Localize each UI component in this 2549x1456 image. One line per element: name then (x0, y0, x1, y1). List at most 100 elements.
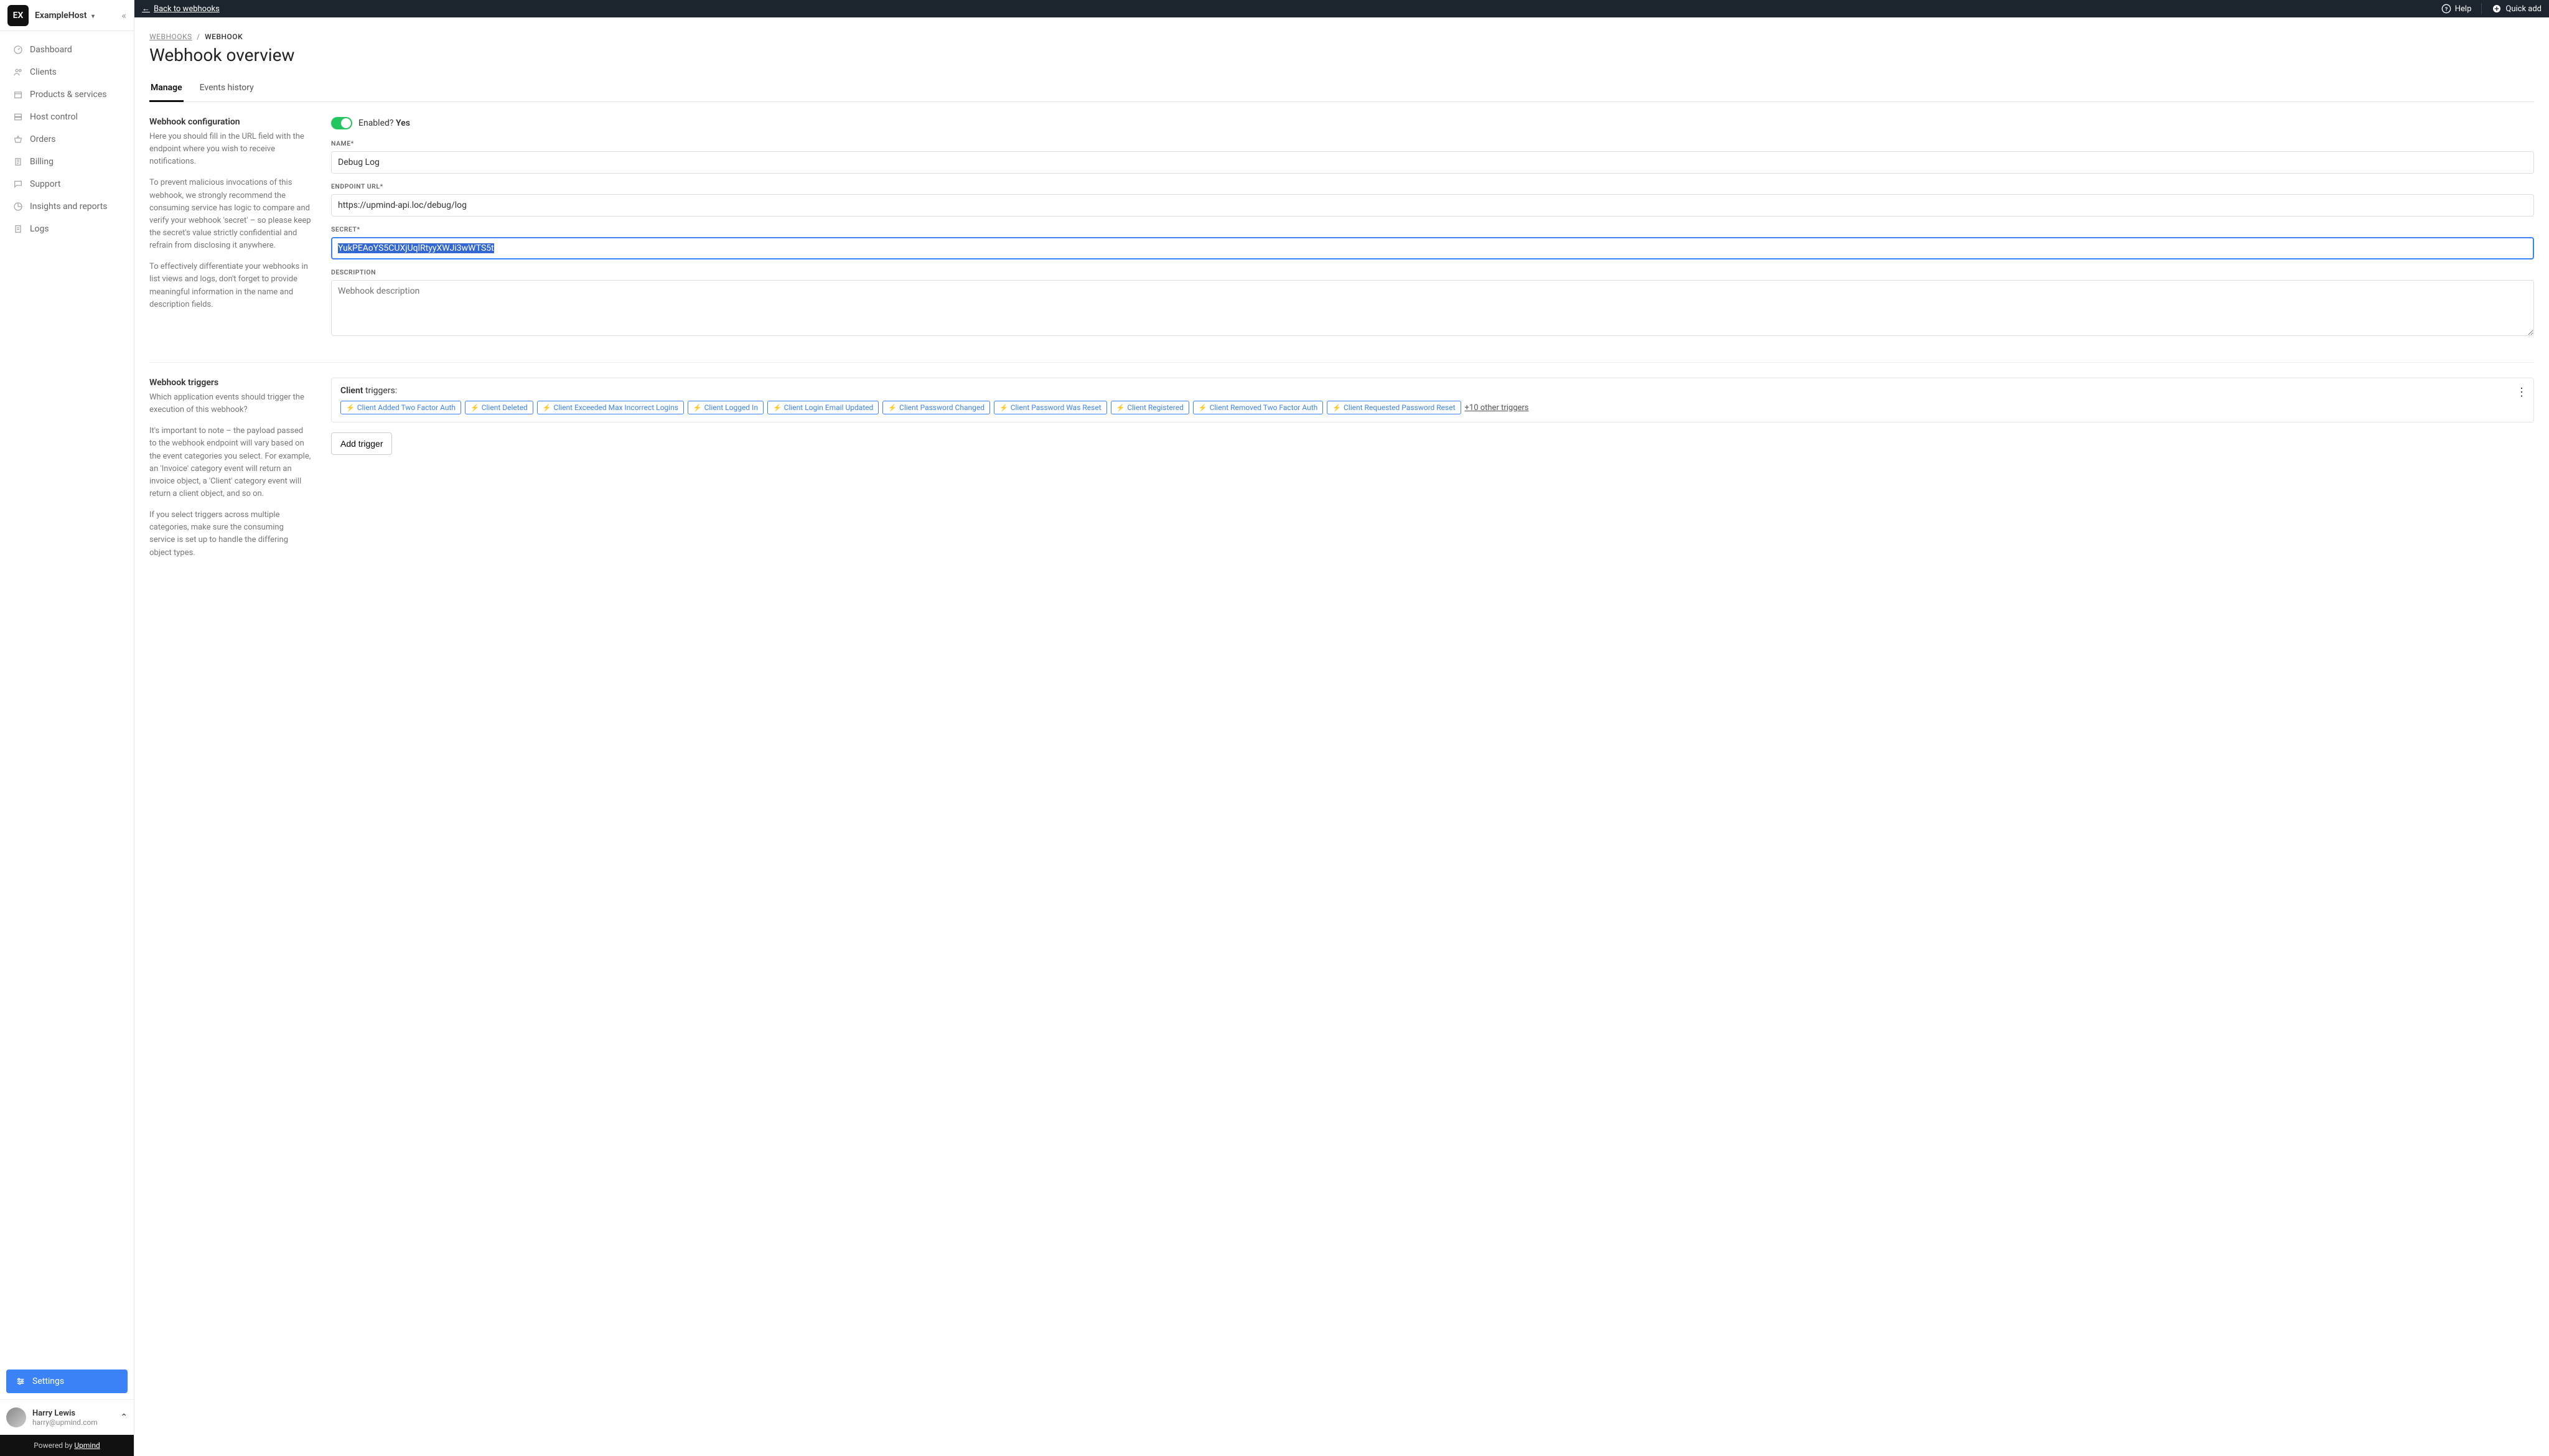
help-button[interactable]: ? Help (2441, 4, 2472, 14)
tabs: Manage Events history (149, 77, 2534, 102)
user-email-label: harry@upmind.com (32, 1418, 98, 1427)
trigger-chip[interactable]: ⚡Client Removed Two Factor Auth (1193, 401, 1323, 414)
sidebar-item-orders[interactable]: Orders (5, 128, 129, 151)
tab-manage[interactable]: Manage (149, 77, 184, 102)
enabled-toggle-row: Enabled? Yes (331, 117, 2534, 129)
triggers-heading: Client triggers: (340, 386, 2525, 396)
name-input[interactable] (331, 151, 2534, 174)
trigger-chip[interactable]: ⚡Client Password Was Reset (994, 401, 1107, 414)
sidebar-item-billing[interactable]: Billing (5, 151, 129, 173)
endpoint-input[interactable] (331, 194, 2534, 217)
triggers-group-suffix: triggers: (363, 386, 397, 396)
trigger-chip[interactable]: ⚡Client Registered (1111, 401, 1189, 414)
section-triggers-desc: Which application events should trigger … (149, 391, 311, 559)
sliders-icon (15, 1376, 26, 1387)
page-title: Webhook overview (149, 45, 2534, 65)
trigger-chip-label: Client Added Two Factor Auth (357, 403, 456, 412)
trigger-chips: ⚡Client Added Two Factor Auth⚡Client Del… (340, 401, 2525, 414)
breadcrumb: WEBHOOKS / WEBHOOK (149, 32, 2534, 41)
sidebar: EX ExampleHost ▾ « Dashboard Clients Pro… (0, 0, 134, 1456)
topbar-right: ? Help Quick add (2441, 3, 2542, 14)
sidebar-item-logs[interactable]: Logs (5, 218, 129, 240)
triggers-desc-p3: If you select triggers across multiple c… (149, 509, 311, 559)
powered-brand-link[interactable]: Upmind (74, 1441, 100, 1450)
settings-button[interactable]: Settings (6, 1370, 128, 1393)
bolt-icon: ⚡ (543, 404, 551, 412)
sidebar-collapse-button[interactable]: « (121, 9, 126, 21)
trigger-chip[interactable]: ⚡Client Deleted (465, 401, 533, 414)
sidebar-item-label: Billing (30, 157, 54, 167)
trigger-chip-label: Client Registered (1127, 403, 1184, 412)
enabled-toggle[interactable] (331, 117, 352, 129)
basket-icon (12, 134, 24, 145)
more-triggers-link[interactable]: +10 other triggers (1465, 403, 1529, 413)
sidebar-bottom: Settings (0, 1363, 134, 1399)
separator (2481, 3, 2482, 14)
description-textarea[interactable] (331, 280, 2534, 336)
trigger-chip-label: Client Removed Two Factor Auth (1210, 403, 1318, 412)
trigger-chip-label: Client Requested Password Reset (1344, 403, 1456, 412)
user-info: Harry Lewis harry@upmind.com (32, 1409, 98, 1427)
config-desc-p1: Here you should fill in the URL field wi… (149, 131, 311, 168)
section-webhook-triggers: Webhook triggers Which application event… (149, 363, 2534, 583)
sidebar-item-clients[interactable]: Clients (5, 61, 129, 83)
sidebar-item-label: Products & services (30, 90, 107, 100)
trigger-chip[interactable]: ⚡Client Added Two Factor Auth (340, 401, 461, 414)
quick-add-button[interactable]: Quick add (2492, 4, 2542, 14)
add-trigger-button[interactable]: Add trigger (331, 432, 392, 455)
sidebar-item-support[interactable]: Support (5, 173, 129, 195)
powered-prefix: Powered by (34, 1441, 74, 1450)
sidebar-item-insights[interactable]: Insights and reports (5, 195, 129, 218)
document-icon (12, 223, 24, 235)
sidebar-item-dashboard[interactable]: Dashboard (5, 39, 129, 61)
sidebar-item-label: Orders (30, 134, 56, 144)
bolt-icon: ⚡ (1332, 404, 1341, 412)
secret-input[interactable] (331, 237, 2534, 259)
field-name-label: Name* (331, 139, 2534, 147)
trigger-chip[interactable]: ⚡Client Logged In (688, 401, 764, 414)
section-config-title: Webhook configuration (149, 117, 311, 127)
trigger-chip-label: Client Password Was Reset (1011, 403, 1101, 412)
pie-chart-icon (12, 201, 24, 212)
user-menu[interactable]: Harry Lewis harry@upmind.com ⌃ (0, 1399, 134, 1435)
field-endpoint: Endpoint URL* (331, 182, 2534, 217)
trigger-chip[interactable]: ⚡Client Requested Password Reset (1327, 401, 1461, 414)
bolt-icon: ⚡ (1199, 404, 1207, 412)
trigger-chip-label: Client Logged In (704, 403, 758, 412)
sidebar-header: EX ExampleHost ▾ « (0, 0, 134, 31)
tab-events-history[interactable]: Events history (199, 77, 255, 101)
trigger-chip-label: Client Password Changed (899, 403, 985, 412)
trigger-chip-label: Client Exceeded Max Incorrect Logins (554, 403, 678, 412)
receipt-icon (12, 156, 24, 167)
bolt-icon: ⚡ (693, 404, 702, 412)
arrow-left-icon: ← (142, 4, 150, 14)
back-to-webhooks-link[interactable]: ← Back to webhooks (142, 4, 220, 14)
sidebar-item-products[interactable]: Products & services (5, 83, 129, 106)
triggers-context-menu-button[interactable]: ⋮ (2516, 386, 2527, 399)
triggers-desc-p1: Which application events should trigger … (149, 391, 311, 416)
section-config-desc: Here you should fill in the URL field wi… (149, 131, 311, 311)
enabled-label-text: Enabled? (358, 118, 394, 128)
breadcrumb-separator: / (197, 32, 200, 41)
breadcrumb-parent-link[interactable]: WEBHOOKS (149, 32, 192, 41)
trigger-chip[interactable]: ⚡Client Exceeded Max Incorrect Logins (537, 401, 684, 414)
topbar: ← Back to webhooks ? Help Quick add (134, 0, 2549, 17)
sidebar-item-host-control[interactable]: Host control (5, 106, 129, 128)
users-icon (12, 67, 24, 78)
content: WEBHOOKS / WEBHOOK Webhook overview Mana… (134, 17, 2549, 1456)
section-triggers-title: Webhook triggers (149, 378, 311, 388)
bolt-icon: ⚡ (470, 404, 479, 412)
bolt-icon: ⚡ (888, 404, 897, 412)
section-config-info: Webhook configuration Here you should fi… (149, 117, 311, 347)
brand-switcher[interactable]: ExampleHost ▾ (35, 11, 121, 21)
sidebar-nav: Dashboard Clients Products & services Ho… (0, 31, 134, 1363)
section-triggers-body: ⋮ Client triggers: ⚡Client Added Two Fac… (331, 378, 2534, 568)
main: ← Back to webhooks ? Help Quick add WEBH… (134, 0, 2549, 1456)
section-config-form: Enabled? Yes Name* Endpoint URL* Secret* (331, 117, 2534, 347)
brand-name-label: ExampleHost (35, 11, 87, 21)
trigger-chip[interactable]: ⚡Client Login Email Updated (767, 401, 879, 414)
trigger-chip[interactable]: ⚡Client Password Changed (882, 401, 990, 414)
brand-logo: EX (7, 5, 29, 26)
bolt-icon: ⚡ (999, 404, 1008, 412)
help-label: Help (2455, 4, 2472, 14)
